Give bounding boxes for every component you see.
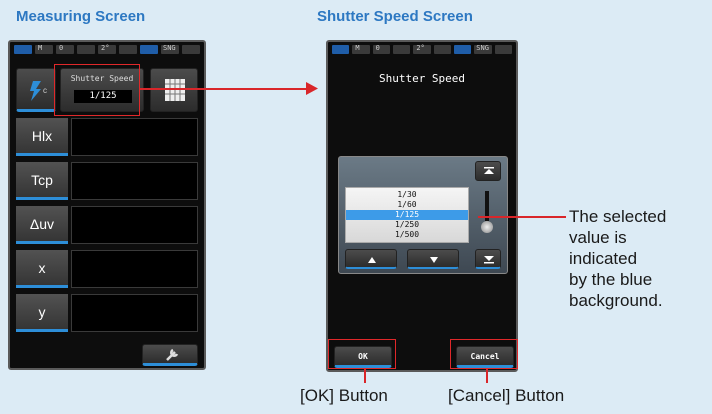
ok-leader-line [364, 369, 366, 383]
value-list[interactable]: 1/30 1/60 1/125 1/250 1/500 [345, 187, 469, 243]
callout-arrow-line [140, 88, 310, 90]
shutter-speed-screen-heading: Shutter Speed Screen [317, 8, 473, 25]
row-label: y [16, 294, 68, 332]
scroll-top-button[interactable] [475, 161, 501, 181]
cancel-leader-line [486, 369, 488, 383]
shutter-speed-screen: M 0 2° SNG Shutter Speed 1/30 1/60 1/125… [326, 40, 518, 372]
measure-row: y [16, 294, 198, 332]
measuring-screen-heading: Measuring Screen [16, 8, 146, 25]
scroll-up-button[interactable] [345, 249, 397, 269]
selected-callout-line [478, 216, 566, 218]
scroll-down-button[interactable] [407, 249, 459, 269]
scroll-thumb[interactable] [481, 221, 493, 233]
ok-button-caption: [OK] Button [300, 386, 388, 405]
measure-row: x [16, 250, 198, 288]
row-label: Hlx [16, 118, 68, 156]
measure-row: Hlx [16, 118, 198, 156]
row-label: Δuv [16, 206, 68, 244]
scrollbar[interactable] [481, 187, 493, 243]
grid-icon [165, 79, 185, 101]
scroll-bottom-button[interactable] [475, 249, 501, 269]
row-value [71, 294, 198, 332]
list-item[interactable]: 1/30 [346, 190, 468, 200]
row-value [71, 118, 198, 156]
cancel-button-highlight [450, 339, 518, 369]
list-item[interactable]: 1/500 [346, 230, 468, 240]
status-bar: M 0 2° SNG [14, 44, 200, 54]
row-label: Tcp [16, 162, 68, 200]
shutter-speed-highlight [54, 64, 140, 116]
row-value [71, 162, 198, 200]
picker-panel: 1/30 1/60 1/125 1/250 1/500 [338, 156, 508, 274]
measure-row: Tcp [16, 162, 198, 200]
list-item[interactable]: 1/250 [346, 220, 468, 230]
list-item-selected[interactable]: 1/125 [346, 210, 468, 220]
cancel-button-caption: [Cancel] Button [448, 386, 565, 405]
tool-button[interactable] [142, 344, 198, 366]
selected-value-note: The selected value is indicated by the b… [569, 207, 667, 310]
ok-button-highlight [328, 339, 396, 369]
flash-mode-button[interactable]: c [16, 68, 56, 112]
arrow-up-icon [368, 257, 376, 263]
flash-icon: c [30, 81, 47, 101]
svg-text:c: c [43, 86, 47, 95]
measure-row: Δuv [16, 206, 198, 244]
row-value [71, 250, 198, 288]
grid-button[interactable] [150, 68, 198, 112]
arrow-down-icon [430, 257, 438, 263]
list-item[interactable]: 1/60 [346, 200, 468, 210]
skip-to-top-icon [484, 167, 494, 174]
status-bar: M 0 2° SNG [332, 44, 512, 54]
arrow-head-icon [306, 82, 318, 95]
screen-title: Shutter Speed [378, 72, 466, 85]
row-value [71, 206, 198, 244]
wrench-icon [166, 348, 179, 361]
skip-to-bottom-icon [484, 256, 494, 264]
row-label: x [16, 250, 68, 288]
